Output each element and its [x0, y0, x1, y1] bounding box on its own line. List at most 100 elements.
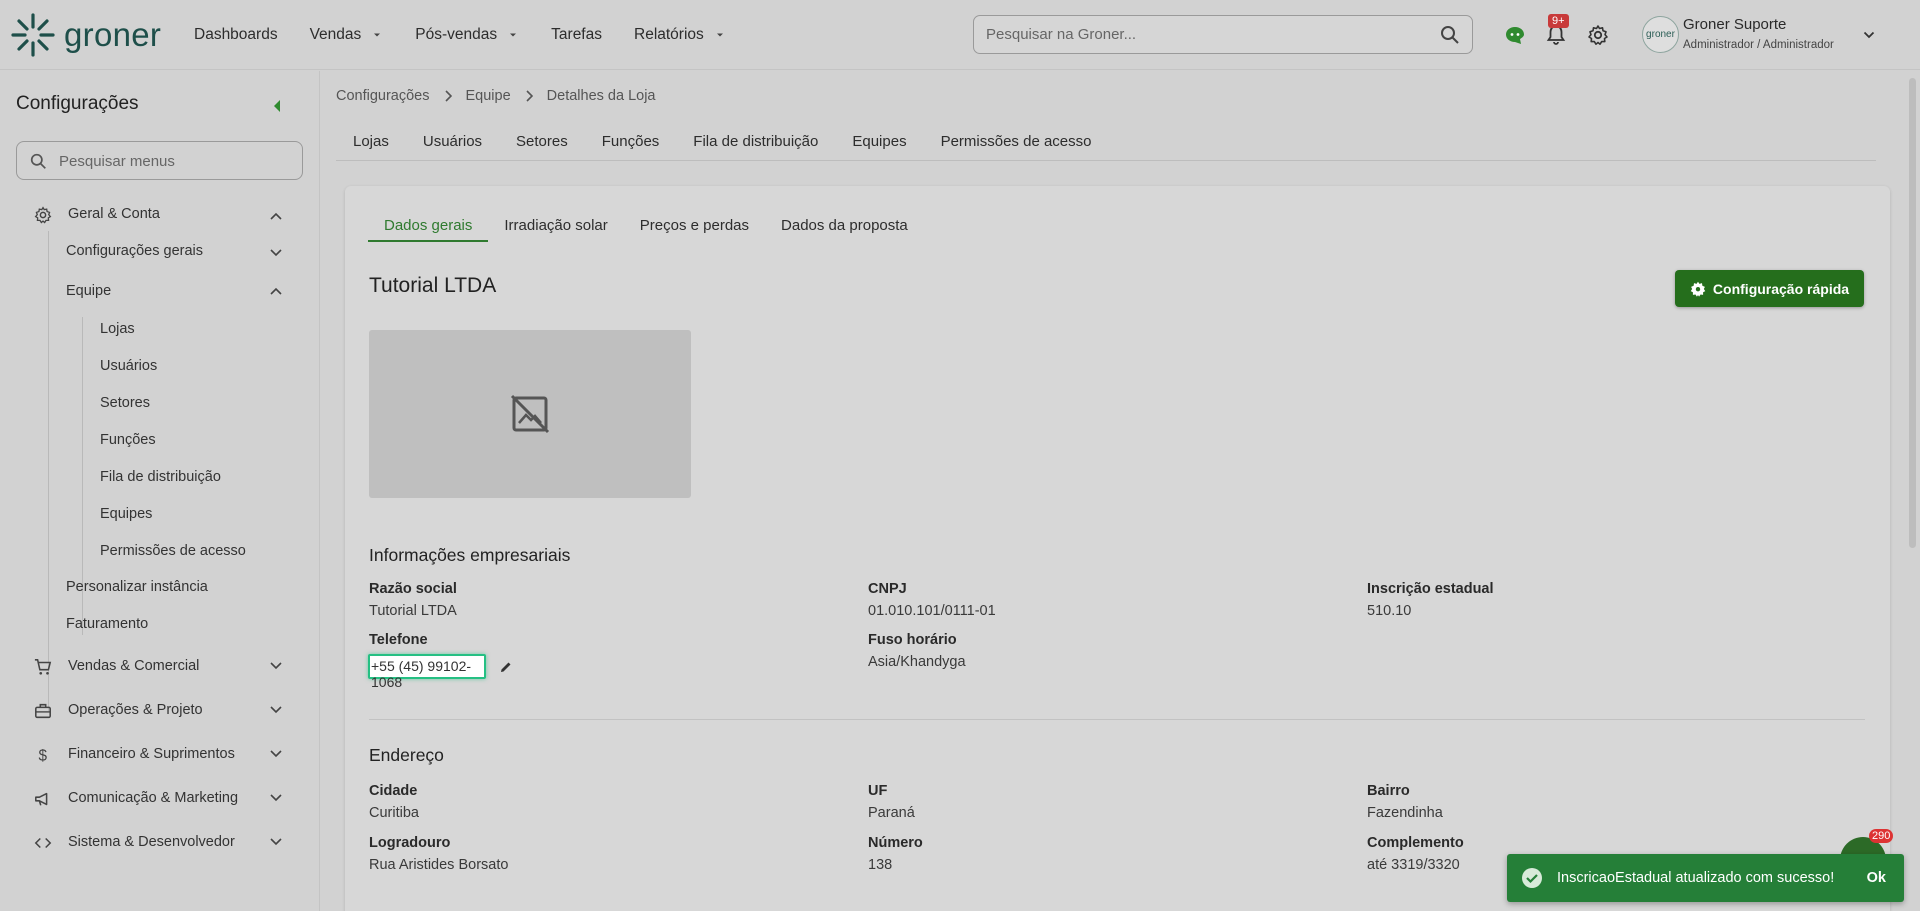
tab-usuarios[interactable]: Usuários [406, 128, 499, 160]
company-name: Tutorial LTDA [369, 274, 497, 297]
chevron-down-icon[interactable] [270, 837, 282, 847]
fuso-horario-label: Fuso horário [868, 632, 957, 648]
tab-irradiacao-solar[interactable]: Irradiação solar [488, 213, 623, 242]
sidebar-item-faturamento[interactable]: Faturamento [66, 616, 148, 632]
complemento-label: Complemento [1367, 835, 1464, 851]
breadcrumb-equipe[interactable]: Equipe [466, 88, 511, 104]
sidebar-item-label: Comunicação & Marketing [68, 790, 239, 806]
sidebar-item-label: Financeiro & Suprimentos [68, 746, 235, 762]
store-tabs: Dados gerais Irradiação solar Preços e p… [368, 213, 924, 242]
toast-message: InscricaoEstadual atualizado com sucesso… [1557, 870, 1835, 886]
nav-vendas[interactable]: Vendas [310, 26, 384, 44]
collapse-sidebar-icon[interactable] [272, 99, 282, 113]
chevron-down-icon[interactable] [270, 793, 282, 803]
sidebar-item-label: Permissões de acesso [100, 543, 246, 559]
nav-relatorios[interactable]: Relatórios [634, 26, 726, 44]
sidebar-item-configuracoes-gerais[interactable]: Configurações gerais [66, 243, 203, 259]
sidebar-item-label: Setores [100, 395, 150, 411]
scrollbar-thumb[interactable] [1909, 78, 1916, 548]
bairro-label: Bairro [1367, 783, 1410, 799]
chevron-down-icon[interactable] [270, 248, 282, 258]
chevron-down-icon[interactable] [270, 705, 282, 715]
sidebar-group-financeiro-suprimentos[interactable]: $ Financeiro & Suprimentos [39, 746, 235, 764]
sidebar-item-label: Configurações gerais [66, 243, 204, 259]
chevron-down-icon[interactable] [1862, 28, 1876, 42]
sidebar-item-permissoes[interactable]: Permissões de acesso [100, 543, 246, 559]
user-menu[interactable]: Groner Suporte Administrador / Administr… [1683, 16, 1834, 51]
sidebar-item-funcoes[interactable]: Funções [100, 432, 156, 448]
chevron-down-icon[interactable] [270, 749, 282, 759]
nav-label: Tarefas [551, 26, 602, 43]
sidebar-item-label: Operações & Projeto [68, 702, 203, 718]
nav-label: Pós-vendas [415, 26, 498, 43]
global-search-input[interactable]: Pesquisar na Groner... [973, 15, 1473, 54]
gear-icon[interactable] [1587, 24, 1609, 46]
chevron-up-icon[interactable] [270, 286, 282, 296]
chat-bubble-icon[interactable] [1504, 24, 1526, 46]
nav-tarefas[interactable]: Tarefas [551, 26, 602, 44]
numero-label: Número [868, 835, 923, 851]
groner-logo[interactable]: groner [10, 12, 161, 58]
tab-equipes[interactable]: Equipes [835, 128, 923, 160]
sidebar-group-vendas-comercial[interactable]: Vendas & Comercial [34, 658, 199, 675]
divider [369, 719, 1865, 720]
sidebar-item-equipes[interactable]: Equipes [100, 506, 152, 522]
pencil-icon[interactable] [499, 660, 513, 674]
quick-config-button[interactable]: Configuração rápida [1675, 270, 1864, 307]
cidade-value: Curitiba [369, 805, 419, 821]
avatar[interactable]: groner [1642, 16, 1679, 53]
chat-badge: 290 [1869, 829, 1894, 843]
sidebar-item-equipe[interactable]: Equipe [66, 283, 111, 299]
caret-down-icon [374, 33, 381, 37]
sidebar-item-label: Faturamento [66, 616, 149, 632]
sidebar-group-comunicacao-marketing[interactable]: Comunicação & Marketing [35, 790, 239, 806]
sidebar-item-label: Equipe [66, 283, 112, 299]
sidebar-group-sistema-desenvolvedor[interactable]: Sistema & Desenvolvedor [34, 834, 235, 850]
razao-social-label: Razão social [369, 581, 457, 597]
sidebar-item-personalizar-instancia[interactable]: Personalizar instância [66, 579, 208, 595]
search-icon[interactable] [1440, 25, 1460, 45]
team-tabs: Lojas Usuários Setores Funções Fila de d… [336, 128, 1876, 161]
uf-value: Paraná [868, 805, 915, 821]
telefone-label: Telefone [369, 632, 428, 648]
sidebar-item-usuarios[interactable]: Usuários [100, 358, 157, 374]
nav-pos-vendas[interactable]: Pós-vendas [415, 26, 519, 44]
sidebar-item-lojas[interactable]: Lojas [100, 321, 135, 337]
store-logo-placeholder[interactable] [369, 330, 691, 498]
toast-ok-button[interactable]: Ok [1867, 870, 1886, 886]
sidebar-item-label: Lojas [100, 321, 135, 337]
breadcrumb-configuracoes[interactable]: Configurações [336, 88, 430, 104]
tab-funcoes[interactable]: Funções [585, 128, 677, 160]
uf-label: UF [868, 783, 888, 799]
tab-fila-distribuicao[interactable]: Fila de distribuição [676, 128, 835, 160]
nav-dashboards[interactable]: Dashboards [194, 26, 278, 44]
main-content: Configurações Equipe Detalhes da Loja Lo… [321, 71, 1920, 911]
sidebar-group-operacoes-projeto[interactable]: Operações & Projeto [35, 702, 203, 719]
tree-line [48, 231, 49, 711]
chevron-down-icon[interactable] [270, 661, 282, 671]
logo-text: groner [64, 16, 162, 53]
svg-text:$: $ [39, 747, 48, 764]
notification-badge: 9+ [1548, 14, 1569, 28]
bairro-value: Fazendinha [1367, 805, 1443, 821]
tab-setores[interactable]: Setores [499, 128, 585, 160]
toolbox-icon [35, 703, 51, 719]
top-bar: groner Dashboards Vendas Pós-vendas Tare… [0, 0, 1920, 70]
sidebar-item-setores[interactable]: Setores [100, 395, 150, 411]
code-icon [34, 837, 52, 849]
sidebar-item-label: Personalizar instância [66, 579, 208, 595]
tab-permissoes[interactable]: Permissões de acesso [924, 128, 1109, 160]
tab-precos-perdas[interactable]: Preços e perdas [624, 213, 765, 242]
numero-value: 138 [868, 857, 893, 873]
sidebar-search-input[interactable]: Pesquisar menus [16, 141, 303, 180]
tab-dados-gerais[interactable]: Dados gerais [368, 213, 489, 242]
sidebar-item-label: Usuários [100, 358, 158, 374]
chevron-up-icon[interactable] [270, 211, 282, 221]
sidebar-group-geral-conta[interactable]: Geral & Conta [34, 206, 160, 224]
tab-lojas[interactable]: Lojas [336, 128, 406, 160]
sidebar-item-fila-distribuicao[interactable]: Fila de distribuição [100, 469, 221, 485]
no-image-icon [510, 394, 550, 434]
tab-dados-proposta[interactable]: Dados da proposta [765, 213, 924, 242]
telefone-input[interactable]: +55 (45) 99102-1068 [368, 654, 486, 690]
megaphone-icon [35, 792, 48, 806]
